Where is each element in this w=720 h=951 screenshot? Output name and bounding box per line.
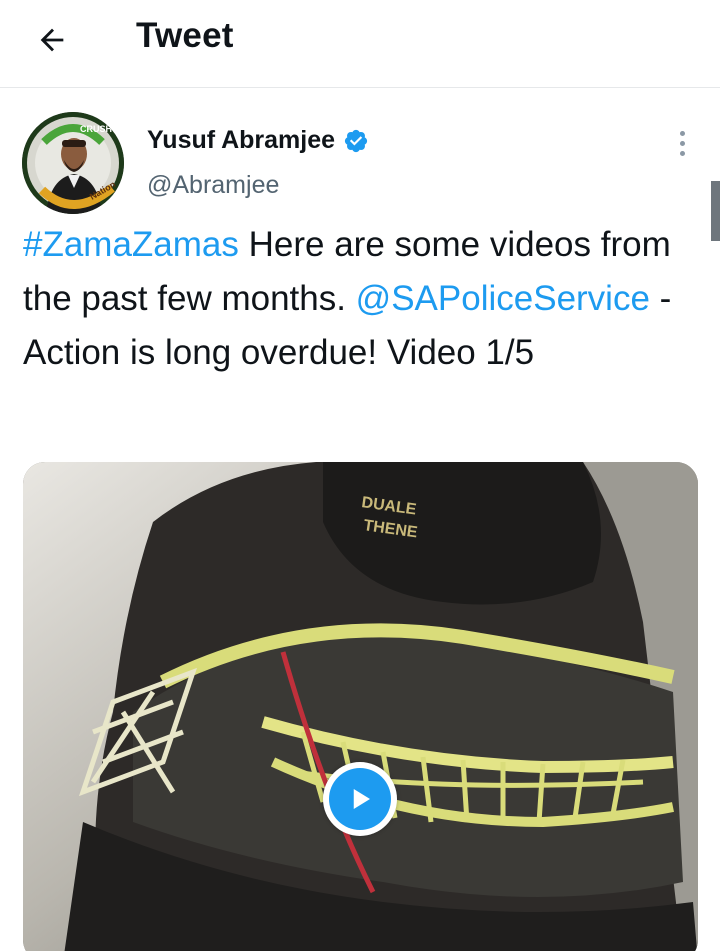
play-button-circle bbox=[329, 768, 391, 830]
tweet-text: #ZamaZamas Here are some videos from the… bbox=[23, 218, 703, 380]
scrollbar-thumb[interactable] bbox=[711, 181, 720, 241]
svg-text:CRUSH: CRUSH bbox=[80, 124, 112, 134]
video-media[interactable]: DUALE THENE bbox=[23, 462, 698, 951]
arrow-left-icon bbox=[40, 28, 64, 52]
more-vertical-icon-dot bbox=[679, 150, 685, 156]
verified-badge-icon bbox=[344, 129, 368, 152]
play-icon bbox=[353, 789, 370, 809]
video-thumbnail: DUALE THENE bbox=[23, 462, 698, 951]
hashtag-link[interactable]: #ZamaZamas bbox=[23, 225, 239, 264]
more-vertical-icon-dot bbox=[679, 140, 685, 146]
tweet-detail-screen: Tweet CRUSH Nation Yusuf Abramjee @Abram… bbox=[0, 0, 720, 951]
author-display-name[interactable]: Yusuf Abramjee bbox=[147, 126, 335, 155]
play-button[interactable] bbox=[323, 762, 397, 836]
author-avatar[interactable]: CRUSH Nation bbox=[22, 112, 124, 214]
avatar-photo: CRUSH Nation bbox=[22, 112, 124, 214]
mention-link[interactable]: @SAPoliceService bbox=[356, 279, 650, 318]
more-vertical-icon bbox=[679, 130, 685, 136]
author-name-row[interactable]: Yusuf Abramjee bbox=[147, 126, 369, 155]
top-bar: Tweet bbox=[0, 0, 720, 88]
author-handle[interactable]: @Abramjee bbox=[147, 171, 279, 200]
more-options-button[interactable] bbox=[670, 126, 694, 160]
page-title: Tweet bbox=[136, 16, 234, 55]
back-button[interactable] bbox=[30, 18, 74, 62]
